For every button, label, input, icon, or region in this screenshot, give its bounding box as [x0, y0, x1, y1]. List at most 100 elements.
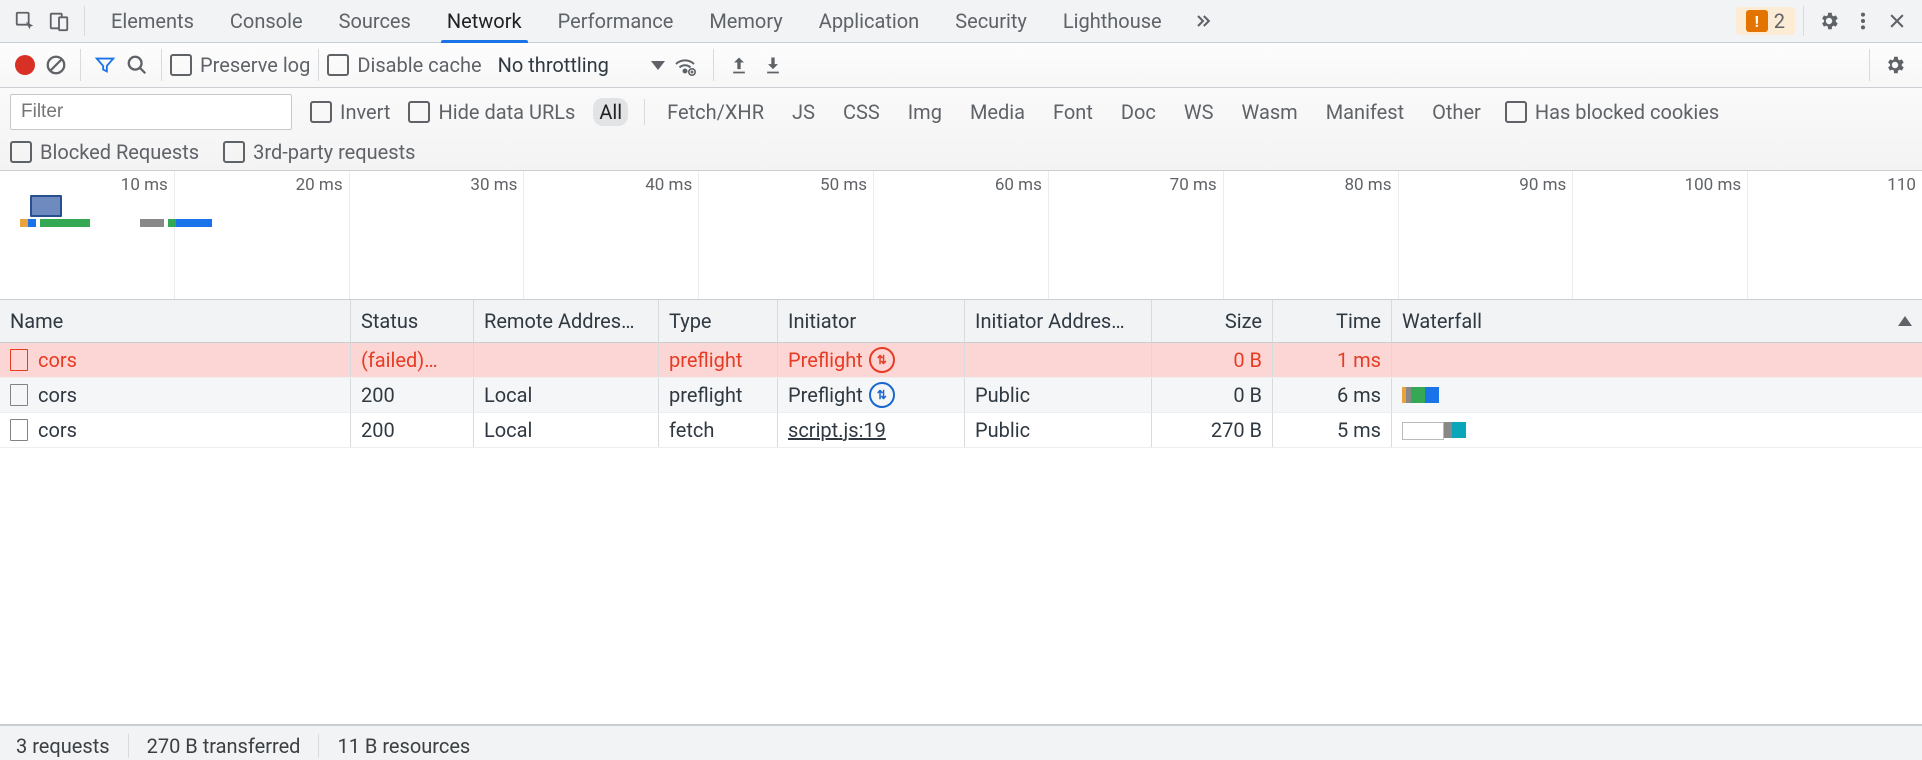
- blocked-cookies-checkbox[interactable]: Has blocked cookies: [1505, 100, 1719, 124]
- col-name[interactable]: Name: [0, 300, 351, 342]
- close-icon[interactable]: [1880, 4, 1914, 38]
- initiator-value[interactable]: script.js:19: [788, 418, 886, 442]
- col-initiator-address[interactable]: Initiator Addres…: [965, 300, 1152, 342]
- tick-label: 70 ms: [1170, 175, 1217, 195]
- type-filter-font[interactable]: Font: [1047, 98, 1099, 126]
- col-waterfall[interactable]: Waterfall: [1392, 300, 1922, 342]
- type-filter-wasm[interactable]: Wasm: [1236, 98, 1304, 126]
- warning-icon: !: [1746, 10, 1768, 32]
- blocked-requests-checkbox[interactable]: Blocked Requests: [10, 140, 199, 164]
- status-value: (failed)…: [361, 348, 438, 372]
- tick-label: 40 ms: [645, 175, 692, 195]
- type-filter-css[interactable]: CSS: [837, 98, 886, 126]
- col-time[interactable]: Time: [1273, 300, 1392, 342]
- type-value: preflight: [669, 383, 742, 407]
- filter-icon[interactable]: [89, 54, 121, 76]
- tick-label: 110: [1887, 175, 1916, 195]
- tab-security[interactable]: Security: [937, 0, 1045, 42]
- tab-application[interactable]: Application: [801, 0, 937, 42]
- table-body: cors(failed)…preflightPreflight⇅0 B1 msc…: [0, 343, 1922, 724]
- type-filter-other[interactable]: Other: [1426, 98, 1487, 126]
- tab-performance[interactable]: Performance: [540, 0, 692, 42]
- initiator-value[interactable]: Preflight: [788, 383, 863, 407]
- divider: [84, 6, 85, 36]
- table-row[interactable]: cors(failed)…preflightPreflight⇅0 B1 ms: [0, 343, 1922, 378]
- settings-icon[interactable]: [1812, 4, 1846, 38]
- type-filter-ws[interactable]: WS: [1178, 98, 1220, 126]
- inspect-icon[interactable]: [8, 4, 42, 38]
- divider: [713, 49, 714, 81]
- divider: [80, 49, 81, 81]
- divider: [161, 49, 162, 81]
- upload-icon[interactable]: [722, 55, 756, 75]
- filter-input[interactable]: [10, 94, 292, 130]
- type-filter-media[interactable]: Media: [964, 98, 1031, 126]
- initiator-address: Public: [975, 418, 1030, 442]
- tab-elements[interactable]: Elements: [93, 0, 212, 42]
- request-table: Name Status Remote Addres… Type Initiato…: [0, 300, 1922, 725]
- preserve-log-checkbox[interactable]: Preserve log: [170, 53, 310, 77]
- timeline-overview[interactable]: 10 ms20 ms30 ms40 ms50 ms60 ms70 ms80 ms…: [0, 171, 1922, 300]
- remote-address: Local: [484, 383, 532, 407]
- size-value: 270 B: [1211, 418, 1262, 442]
- disable-cache-checkbox[interactable]: Disable cache: [327, 53, 481, 77]
- table-row[interactable]: cors200Localfetchscript.js:19Public270 B…: [0, 413, 1922, 448]
- initiator-value[interactable]: Preflight: [788, 348, 863, 372]
- size-value: 0 B: [1233, 383, 1262, 407]
- col-size[interactable]: Size: [1152, 300, 1273, 342]
- waterfall-bar: [1402, 422, 1466, 438]
- time-value: 5 ms: [1337, 418, 1381, 442]
- record-button[interactable]: [10, 55, 40, 75]
- tab-lighthouse[interactable]: Lighthouse: [1045, 0, 1180, 42]
- type-filter-doc[interactable]: Doc: [1115, 98, 1162, 126]
- tick-label: 80 ms: [1344, 175, 1391, 195]
- type-filter-img[interactable]: Img: [902, 98, 948, 126]
- preflight-icon: ⇅: [869, 382, 895, 408]
- tab-network[interactable]: Network: [429, 0, 540, 42]
- tab-sources[interactable]: Sources: [321, 0, 429, 42]
- type-filter-fetchxhr[interactable]: Fetch/XHR: [661, 98, 770, 126]
- type-value: preflight: [669, 348, 742, 372]
- resource-type-filters: All Fetch/XHR JS CSS Img Media Font Doc WS Wasm Ma…: [593, 98, 1486, 126]
- status-requests: 3 requests: [16, 734, 129, 758]
- status-resources: 11 B resources: [319, 734, 488, 758]
- issues-badge[interactable]: ! 2: [1736, 7, 1795, 35]
- col-status[interactable]: Status: [351, 300, 474, 342]
- tick-label: 90 ms: [1519, 175, 1566, 195]
- status-value: 200: [361, 383, 395, 407]
- throttling-select[interactable]: No throttling: [498, 53, 665, 77]
- tick-label: 20 ms: [296, 175, 343, 195]
- clear-icon[interactable]: [40, 54, 72, 76]
- invert-checkbox[interactable]: Invert: [310, 100, 390, 124]
- request-name: cors: [38, 383, 77, 407]
- more-tabs-icon[interactable]: [1186, 4, 1220, 38]
- devtools-tabbar: ElementsConsoleSourcesNetworkPerformance…: [0, 0, 1922, 43]
- tab-memory[interactable]: Memory: [691, 0, 800, 42]
- tick-label: 60 ms: [995, 175, 1042, 195]
- time-value: 1 ms: [1337, 348, 1381, 372]
- tab-console[interactable]: Console: [212, 0, 321, 42]
- col-remote[interactable]: Remote Addres…: [474, 300, 659, 342]
- type-filter-js[interactable]: JS: [786, 98, 821, 126]
- overview-bars-2: [140, 219, 212, 227]
- search-icon[interactable]: [121, 54, 153, 76]
- table-header: Name Status Remote Addres… Type Initiato…: [0, 300, 1922, 343]
- kebab-icon[interactable]: [1846, 4, 1880, 38]
- network-conditions-icon[interactable]: [665, 53, 705, 77]
- third-party-checkbox[interactable]: 3rd-party requests: [223, 140, 415, 164]
- col-initiator[interactable]: Initiator: [778, 300, 965, 342]
- panel-settings-icon[interactable]: [1878, 54, 1912, 76]
- download-icon[interactable]: [756, 55, 790, 75]
- sort-asc-icon: [1898, 316, 1912, 326]
- type-filter-manifest[interactable]: Manifest: [1320, 98, 1410, 126]
- hide-data-urls-checkbox[interactable]: Hide data URLs: [408, 100, 575, 124]
- type-value: fetch: [669, 418, 714, 442]
- table-row[interactable]: cors200LocalpreflightPreflight⇅Public0 B…: [0, 378, 1922, 413]
- preflight-icon: ⇅: [869, 347, 895, 373]
- col-type[interactable]: Type: [659, 300, 778, 342]
- panel-tabs: ElementsConsoleSourcesNetworkPerformance…: [93, 0, 1180, 42]
- filter-bar: Invert Hide data URLs All Fetch/XHR JS CSS I…: [0, 88, 1922, 171]
- device-toggle-icon[interactable]: [42, 4, 76, 38]
- overview-selection[interactable]: [30, 195, 62, 217]
- type-filter-all[interactable]: All: [593, 98, 628, 126]
